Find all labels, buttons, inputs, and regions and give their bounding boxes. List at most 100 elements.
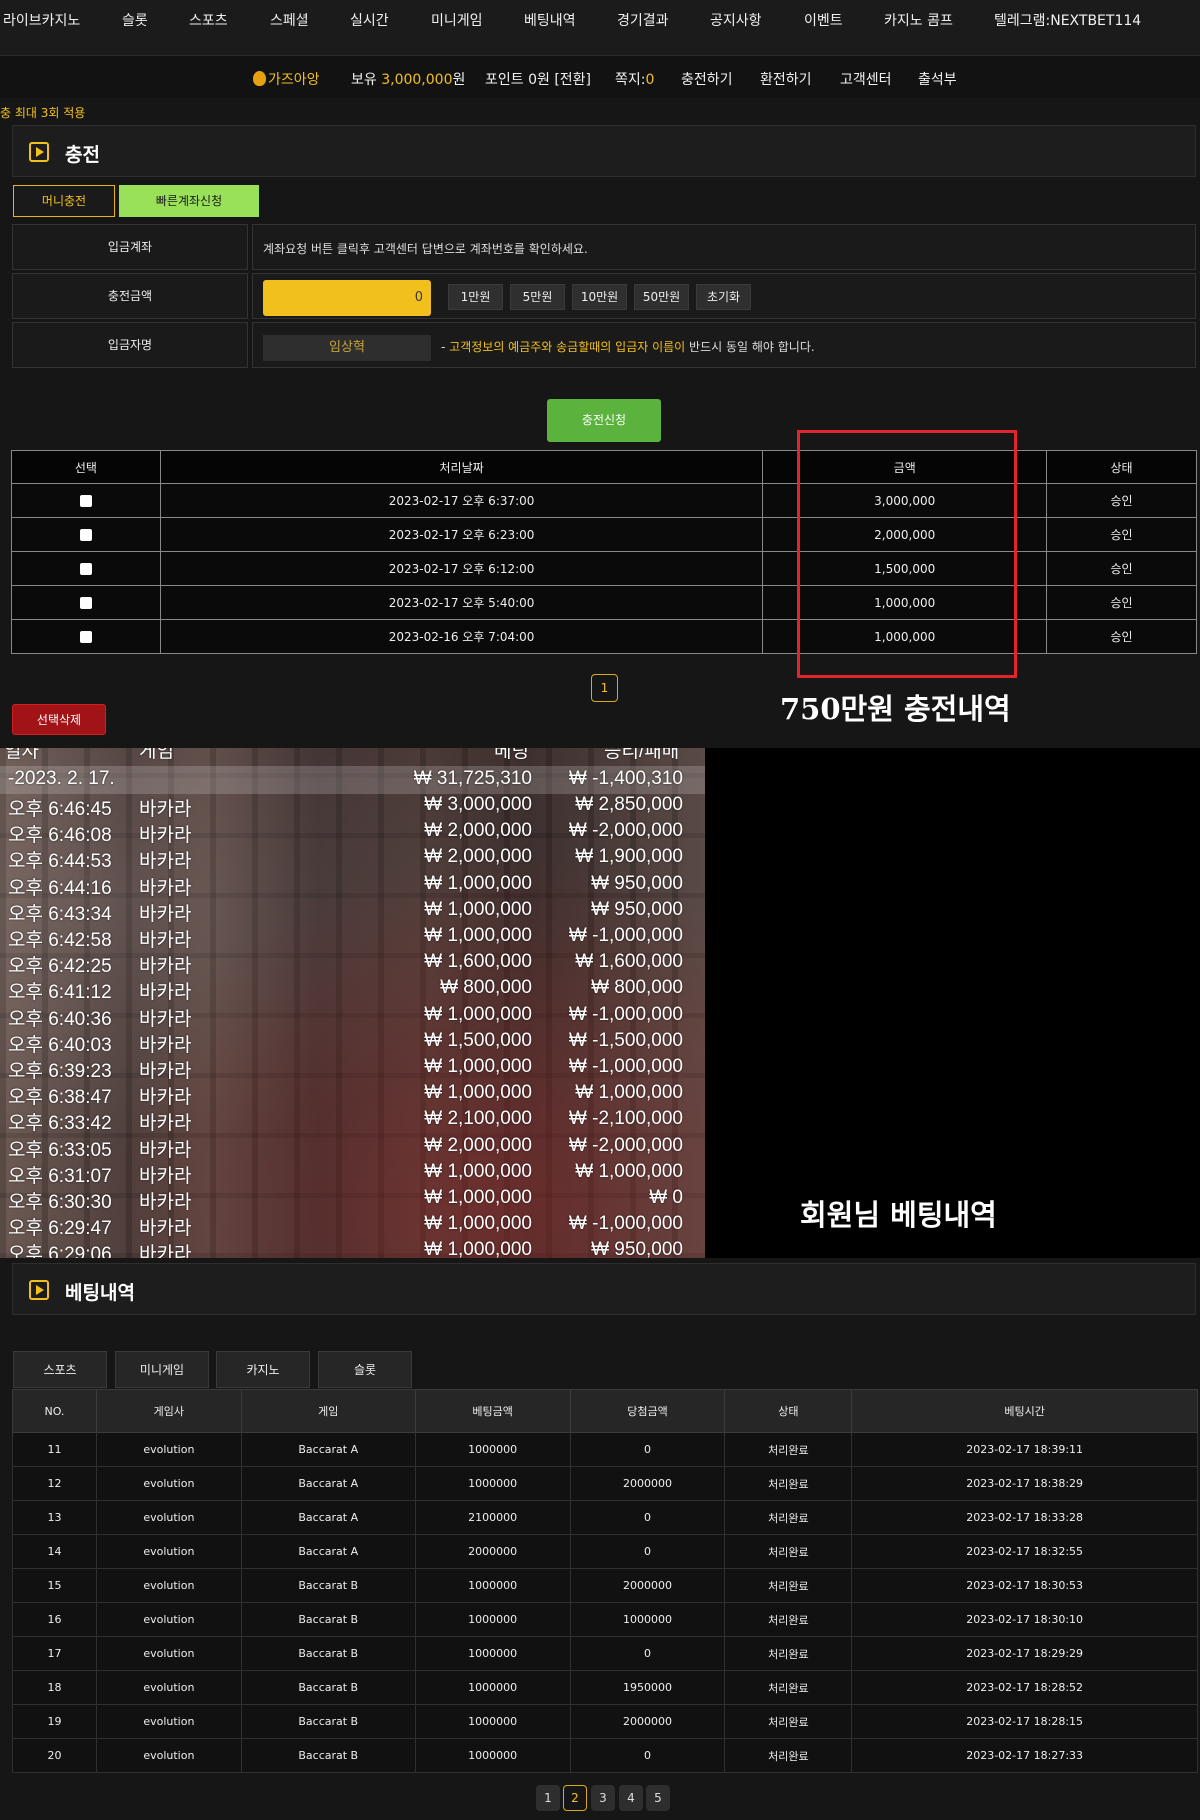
photo-row-time: 오후 6:42:25	[8, 956, 112, 978]
tab-sports[interactable]: 스포츠	[13, 1351, 107, 1388]
photo-row-bet: ₩ 3,000,000	[424, 794, 532, 815]
photo-row-game: 바카라	[139, 1192, 192, 1213]
win-amount-cell: 0	[569, 1636, 726, 1671]
nav-casino-comp[interactable]: 카지노 콤프	[884, 10, 953, 30]
photo-row-bet: ₩ 1,000,000	[424, 1213, 532, 1235]
bets-caption: 회원님 베팅내역	[800, 1198, 997, 1232]
nav-bet-history[interactable]: 베팅내역	[524, 10, 576, 30]
provider-cell: evolution	[95, 1636, 242, 1671]
win-amount-cell: 0	[569, 1432, 726, 1467]
bet-time-cell: 2023-02-17 18:38:29	[851, 1466, 1198, 1501]
bet-time-cell: 2023-02-17 18:28:52	[851, 1670, 1198, 1705]
support-link[interactable]: 고객센터	[840, 69, 892, 89]
page-button[interactable]: 1	[536, 1785, 560, 1811]
delete-selected-button[interactable]: 선택삭제	[12, 704, 106, 735]
deposit-page-1[interactable]: 1	[591, 674, 618, 702]
photo-header-bet: 베팅	[494, 748, 529, 762]
nav-notice[interactable]: 공지사항	[710, 10, 762, 30]
bet-amount-cell: 1000000	[414, 1738, 571, 1773]
game-cell: Baccarat A	[240, 1432, 416, 1467]
warn-highlight: 고객정보의 예금주와 송금할때의 입금자 이름이	[449, 340, 686, 354]
nav-results[interactable]: 경기결과	[617, 10, 669, 30]
row-checkbox[interactable]	[79, 563, 92, 575]
photo-row-time: 오후 6:41:12	[8, 982, 112, 1004]
amount-input[interactable]: 0	[263, 280, 431, 316]
nav-minigame[interactable]: 미니게임	[431, 10, 483, 30]
quick-10k-button[interactable]: 1만원	[448, 284, 503, 310]
status-cell: 처리완료	[724, 1466, 853, 1501]
messages-link[interactable]: 쪽지:0	[615, 69, 654, 89]
nav-event[interactable]: 이벤트	[804, 10, 843, 30]
black-panel	[705, 748, 1200, 1258]
game-cell: Baccarat B	[240, 1670, 416, 1705]
photo-row-result: ₩ -1,000,000	[568, 925, 683, 946]
row-checkbox[interactable]	[79, 495, 92, 507]
tab-fast-account[interactable]: 빠른계좌신청	[119, 185, 259, 217]
no-cell: 18	[12, 1670, 97, 1705]
username[interactable]: 가즈아앙	[253, 69, 320, 89]
nav-slot[interactable]: 슬롯	[122, 10, 148, 30]
win-amount-cell: 0	[569, 1738, 726, 1773]
win-amount-cell: 0	[569, 1500, 726, 1535]
tab-money-charge[interactable]: 머니충전	[13, 185, 115, 217]
quick-50k-button[interactable]: 5만원	[510, 284, 565, 310]
status-cell: 처리완료	[724, 1432, 853, 1467]
reset-button[interactable]: 초기화	[696, 284, 751, 310]
row-checkbox[interactable]	[79, 631, 92, 643]
bet-amount-cell: 1000000	[414, 1704, 571, 1739]
col-bet-time: 베팅시간	[851, 1389, 1198, 1433]
provider-cell: evolution	[95, 1466, 242, 1501]
win-amount-cell: 0	[569, 1534, 726, 1569]
photo-row-game: 바카라	[139, 799, 192, 820]
quick-100k-button[interactable]: 10만원	[572, 284, 627, 310]
table-row: 2023-02-17 오후 6:23:00 2,000,000 승인	[11, 517, 1197, 552]
apple-icon	[253, 71, 266, 86]
no-cell: 20	[12, 1738, 97, 1773]
status-cell: 처리완료	[724, 1670, 853, 1705]
row-checkbox[interactable]	[79, 597, 92, 609]
summary-result: ₩ -1,400,310	[568, 768, 683, 789]
points-link[interactable]: 포인트 0원 [전환]	[485, 69, 591, 89]
nav-live-casino[interactable]: 라이브카지노	[3, 10, 80, 30]
bet-history-photo: 일자 게임 베팅 승리/패배 -2023. 2. 17. ₩ 31,725,310…	[0, 748, 705, 1258]
col-status: 상태	[724, 1389, 853, 1433]
tab-casino[interactable]: 카지노	[216, 1351, 310, 1388]
quick-500k-button[interactable]: 50만원	[634, 284, 689, 310]
depositor-input[interactable]: 임상혁	[263, 335, 431, 361]
photo-row-result: ₩ 1,000,000	[575, 1082, 683, 1104]
photo-row-game: 바카라	[139, 1165, 192, 1187]
table-row: 17 evolution Baccarat B 1000000 0 처리완료 2023-02…	[12, 1636, 1198, 1671]
col-date: 처리날짜	[159, 450, 764, 484]
tab-slot[interactable]: 슬롯	[318, 1351, 412, 1388]
game-cell: Baccarat A	[240, 1500, 416, 1535]
tab-minigame[interactable]: 미니게임	[115, 1351, 209, 1388]
photo-row-result: ₩ -1,000,000	[568, 1056, 683, 1077]
bet-amount-cell: 1000000	[414, 1636, 571, 1671]
row-checkbox[interactable]	[79, 529, 92, 541]
status-cell: 처리완료	[724, 1602, 853, 1637]
page-button[interactable]: 2	[563, 1785, 587, 1811]
photo-row-time: 오후 6:44:53	[8, 851, 112, 873]
bet-time-cell: 2023-02-17 18:30:53	[851, 1568, 1198, 1603]
charge-link[interactable]: 충전하기	[681, 69, 733, 89]
amount-value-cell: 0 1만원 5만원 10만원 50만원 초기화	[252, 273, 1196, 319]
highlight-box	[797, 430, 1017, 678]
depositor-label: 입금자명	[12, 322, 248, 368]
nav-realtime[interactable]: 실시간	[350, 10, 389, 30]
win-amount-cell: 1000000	[569, 1602, 726, 1637]
page-button[interactable]: 3	[591, 1785, 615, 1811]
nav-special[interactable]: 스페셜	[270, 10, 309, 30]
attendance-link[interactable]: 출석부	[918, 69, 957, 89]
page-button[interactable]: 4	[619, 1785, 643, 1811]
table-row: 16 evolution Baccarat B 1000000 1000000 처리완료 2…	[12, 1602, 1198, 1637]
nav-telegram[interactable]: 텔레그램:NEXTBET114	[994, 10, 1141, 30]
win-amount-cell: 2000000	[569, 1568, 726, 1603]
charge-submit-button[interactable]: 충전신청	[547, 399, 661, 442]
nav-sports[interactable]: 스포츠	[189, 10, 228, 30]
table-row: 12 evolution Baccarat A 1000000 2000000 처리완료 2…	[12, 1466, 1198, 1501]
account-row: 입금계좌 계좌요청 버튼 클릭후 고객센터 답변으로 계좌번호를 확인하세요.	[12, 224, 1196, 270]
table-row: 14 evolution Baccarat A 2000000 0 처리완료 2023-02…	[12, 1534, 1198, 1569]
withdraw-link[interactable]: 환전하기	[760, 69, 812, 89]
amount-row: 충전금액 0 1만원 5만원 10만원 50만원 초기화	[12, 273, 1196, 319]
page-button[interactable]: 5	[646, 1785, 670, 1811]
